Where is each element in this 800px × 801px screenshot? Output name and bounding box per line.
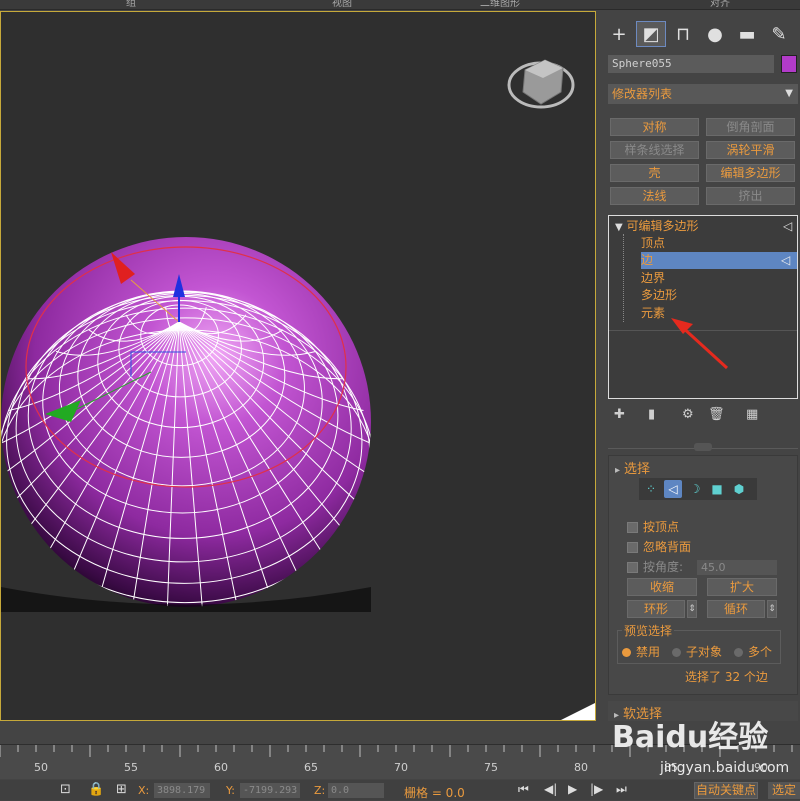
- sphere-object[interactable]: [1, 237, 380, 657]
- object-color-swatch[interactable]: [781, 55, 797, 73]
- ring-button[interactable]: 环形: [627, 600, 685, 618]
- modifier-button-spline-select[interactable]: 样条线选择: [610, 141, 699, 159]
- timeline-label: 65: [304, 761, 318, 774]
- preview-selection-title: 预览选择: [622, 622, 675, 639]
- make-unique-icon[interactable]: ⚙: [682, 407, 694, 422]
- display-tab-icon[interactable]: ▬: [732, 21, 762, 47]
- go-to-start-icon[interactable]: ⏮: [518, 782, 529, 797]
- by-angle-checkbox[interactable]: 按角度:: [627, 558, 683, 575]
- z-coord-label: Z:: [314, 784, 326, 797]
- watermark-url: jingyan.baidu.com: [660, 760, 790, 776]
- viewcube-icon[interactable]: [507, 59, 575, 109]
- panel-resize-handle[interactable]: [694, 443, 712, 451]
- angle-spinner[interactable]: 45.0: [697, 560, 777, 575]
- timeline-label: 60: [214, 761, 228, 774]
- preview-selection-group: 预览选择 禁用 子对象 多个: [617, 622, 781, 664]
- modifier-stack: ▼ 可编辑多边形 ◁ 顶点 边 ◁ 边界 多边形 元素: [608, 215, 798, 399]
- remove-modifier-icon[interactable]: 🗑: [708, 407, 725, 422]
- grow-button[interactable]: 扩大: [707, 578, 777, 596]
- ring-spinner-icon[interactable]: ⇕: [687, 600, 697, 618]
- pin-stack-icon[interactable]: ✚: [614, 407, 625, 422]
- selection-status-text: 选择了 32 个边: [685, 670, 768, 684]
- modifier-button-shell[interactable]: 壳: [610, 164, 699, 182]
- show-end-result-icon[interactable]: ▮: [648, 407, 655, 422]
- shrink-button[interactable]: 收缩: [627, 578, 697, 596]
- preview-multi-radio[interactable]: 多个: [734, 643, 772, 660]
- configure-modifier-sets-icon[interactable]: ▦: [746, 407, 758, 422]
- x-coord-label: X:: [138, 784, 150, 797]
- chevron-down-icon: ▼: [785, 88, 793, 99]
- selection-rollout: ▸ 选择 ⁘ ◁ ☽ ■ ⬢ 按顶点 忽略背面 按角度: 45.0 收缩 扩大 环…: [608, 455, 798, 695]
- modifier-button-bevel-profile[interactable]: 倒角剖面: [706, 118, 795, 136]
- modifier-button-extrude[interactable]: 挤出: [706, 187, 795, 205]
- modify-tab-icon[interactable]: ◩: [636, 21, 666, 47]
- previous-frame-icon[interactable]: ◀|: [544, 782, 557, 796]
- polygon-mode-icon[interactable]: ■: [708, 480, 726, 498]
- viewport-scene: [1, 59, 595, 720]
- auto-key-button[interactable]: 自动关键点: [694, 782, 758, 799]
- ignore-backfacing-checkbox[interactable]: 忽略背面: [627, 538, 691, 555]
- modifier-button-edit-poly[interactable]: 编辑多边形: [706, 164, 795, 182]
- command-panel: + ◩ ⊓ ● ▬ ✎ Sphere055 修改器列表 ▼ 对称 倒角剖面 样条…: [600, 11, 800, 722]
- hierarchy-tab-icon[interactable]: ⊓: [668, 21, 698, 47]
- menu-item-view[interactable]: 视图: [332, 0, 352, 9]
- go-to-end-icon[interactable]: ⏭: [616, 782, 627, 797]
- y-coord-label: Y:: [226, 784, 235, 797]
- preview-subobject-radio[interactable]: 子对象: [672, 643, 722, 660]
- selected-set-dropdown[interactable]: 选定: [768, 782, 800, 799]
- timeline-label: 50: [34, 761, 48, 774]
- grid-size-text: 栅格 = 0.0: [404, 786, 465, 800]
- modifier-list-dropdown[interactable]: 修改器列表 ▼: [608, 84, 798, 104]
- menu-item-align[interactable]: 对齐: [710, 0, 730, 9]
- edge-mode-icon[interactable]: ◁: [664, 480, 682, 498]
- timeline-label: 80: [574, 761, 588, 774]
- command-panel-tabs: + ◩ ⊓ ● ▬ ✎: [600, 21, 800, 47]
- status-bar: ⊡ 🔒 ⊞ X: 3898.179 Y: -7199.293 Z: 0.0 栅格…: [0, 780, 800, 800]
- modifier-button-symmetry[interactable]: 对称: [610, 118, 699, 136]
- menu-item-group[interactable]: 组: [126, 0, 136, 9]
- watermark-logo: Baidu经验: [612, 720, 769, 755]
- by-vertex-checkbox[interactable]: 按顶点: [627, 518, 679, 535]
- perspective-viewport[interactable]: [0, 11, 596, 721]
- play-icon[interactable]: ▶: [568, 782, 577, 796]
- next-frame-icon[interactable]: |▶: [590, 782, 603, 796]
- x-coord-field[interactable]: 3898.179: [154, 783, 210, 798]
- motion-tab-icon[interactable]: ●: [700, 21, 730, 47]
- absolute-mode-icon[interactable]: ⊞: [116, 782, 127, 797]
- timeline-label: 70: [394, 761, 408, 774]
- menu-item-shapes[interactable]: 二维图形: [480, 0, 520, 9]
- loop-spinner-icon[interactable]: ⇕: [767, 600, 777, 618]
- lock-icon[interactable]: 🔒: [88, 782, 104, 797]
- stack-toolbar: ✚ ▮ ⚙ 🗑 ▦: [608, 407, 798, 427]
- modifier-button-turbosmooth[interactable]: 涡轮平滑: [706, 141, 795, 159]
- selection-lock-icon[interactable]: ⊡: [60, 782, 71, 797]
- selection-rollout-header[interactable]: ▸ 选择: [615, 458, 650, 477]
- loop-button[interactable]: 循环: [707, 600, 765, 618]
- utilities-tab-icon[interactable]: ✎: [764, 21, 794, 47]
- menubar: 组 视图 二维图形 对齐: [0, 0, 800, 10]
- y-coord-field[interactable]: -7199.293: [240, 783, 300, 798]
- create-tab-icon[interactable]: +: [604, 21, 634, 47]
- element-mode-icon[interactable]: ⬢: [730, 480, 748, 498]
- timeline-label: 55: [124, 761, 138, 774]
- subobject-level-bar: ⁘ ◁ ☽ ■ ⬢: [639, 478, 757, 500]
- modifier-list-label: 修改器列表: [612, 87, 673, 101]
- modifier-button-normal[interactable]: 法线: [610, 187, 699, 205]
- object-name-field[interactable]: Sphere055: [608, 55, 774, 73]
- baidu-watermark: Baidu经验 jingyan.baidu.com: [612, 712, 792, 782]
- red-pointer-arrow-icon: [671, 318, 729, 370]
- timeline-label: 75: [484, 761, 498, 774]
- vertex-mode-icon[interactable]: ⁘: [642, 480, 660, 498]
- border-mode-icon[interactable]: ☽: [686, 480, 704, 498]
- z-coord-field[interactable]: 0.0: [328, 783, 384, 798]
- preview-off-radio[interactable]: 禁用: [622, 643, 660, 660]
